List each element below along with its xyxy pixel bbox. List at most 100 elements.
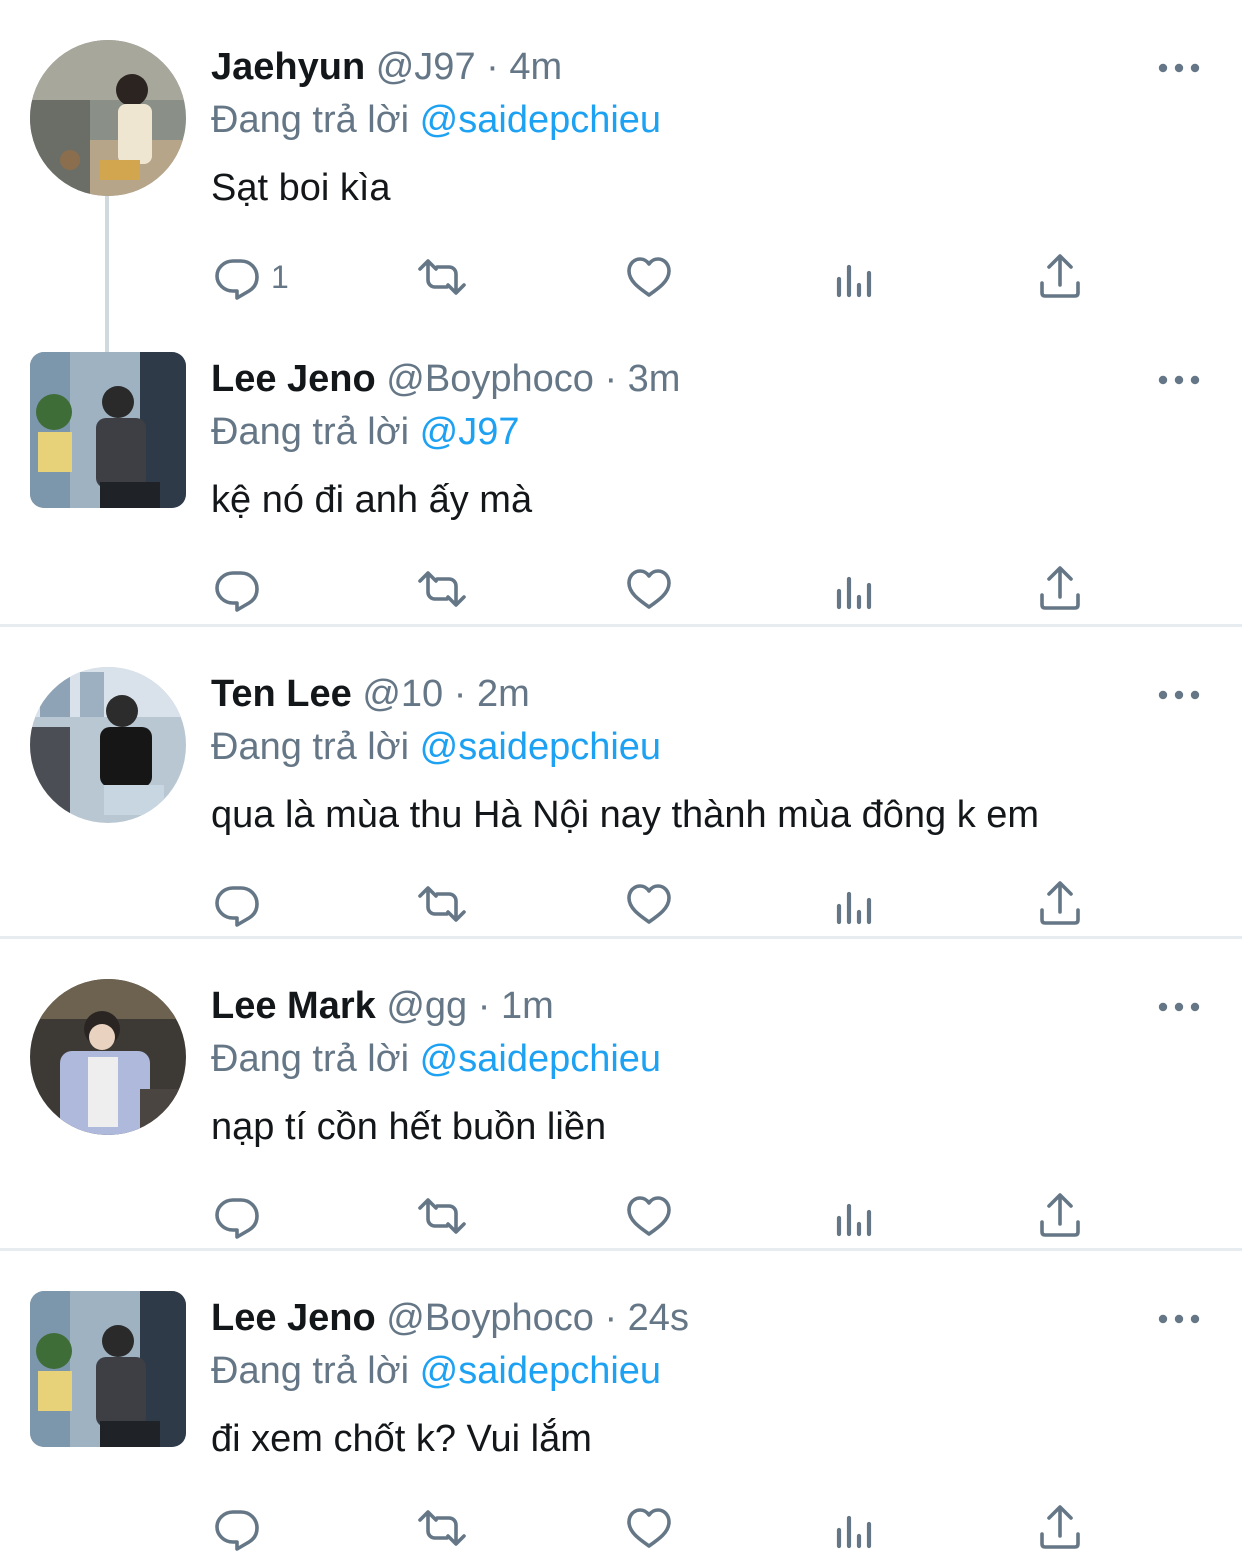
avatar[interactable] <box>30 40 186 196</box>
separator: · <box>477 985 491 1027</box>
replying-to-label: Đang trả lời <box>211 411 410 453</box>
retweet-icon <box>416 878 468 930</box>
more-horizontal-icon <box>1156 368 1202 392</box>
display-name[interactable]: Ten Lee <box>211 673 352 715</box>
analytics-button[interactable] <box>830 1189 882 1243</box>
separator: · <box>453 673 467 715</box>
tweet[interactable]: Jaehyun @J97 · 4m Đang trả lời @saidepch… <box>0 0 1242 352</box>
tweet[interactable]: Lee Jeno @Boyphoco · 24s Đang trả lời @s… <box>0 1248 1242 1560</box>
analytics-bars-icon <box>830 1190 882 1242</box>
share-upload-icon <box>1034 563 1086 615</box>
like-button[interactable] <box>623 1189 675 1243</box>
heart-icon <box>623 563 675 615</box>
replying-to-label: Đang trả lời <box>211 726 410 768</box>
more-horizontal-icon <box>1156 56 1202 80</box>
reply-bubble-icon <box>211 251 263 303</box>
avatar[interactable] <box>30 667 186 823</box>
tweet-text: đi xem chốt k? Vui lắm <box>211 1418 592 1460</box>
reply-bubble-icon <box>211 1190 263 1242</box>
more-horizontal-icon <box>1156 1307 1202 1331</box>
reply-button[interactable]: 1 <box>211 250 289 304</box>
tweet-text: kệ nó đi anh ấy mà <box>211 479 533 521</box>
display-name[interactable]: Lee Jeno <box>211 1297 376 1339</box>
mention-link[interactable]: @saidepchieu <box>420 99 661 141</box>
tweet-header: Lee Jeno @Boyphoco · 3m <box>211 354 680 404</box>
avatar[interactable] <box>30 979 186 1135</box>
tweet[interactable]: Lee Jeno @Boyphoco · 3m Đang trả lời @J9… <box>0 312 1242 624</box>
display-name[interactable]: Jaehyun <box>211 46 365 88</box>
timestamp[interactable]: 2m <box>477 673 530 715</box>
like-button[interactable] <box>623 250 675 304</box>
replying-to-label: Đang trả lời <box>211 1350 410 1392</box>
replying-to: Đang trả lời @saidepchieu <box>211 721 661 773</box>
retweet-icon <box>416 251 468 303</box>
handle[interactable]: @Boyphoco <box>386 1297 594 1339</box>
replying-to-label: Đang trả lời <box>211 1038 410 1080</box>
tweet-text: Sạt boi kìa <box>211 167 391 209</box>
share-button[interactable] <box>1034 1501 1086 1555</box>
share-button[interactable] <box>1034 562 1086 616</box>
mention-link[interactable]: @J97 <box>420 411 520 453</box>
more-options-button[interactable] <box>1156 56 1202 80</box>
retweet-button[interactable] <box>416 877 468 931</box>
replying-to: Đang trả lời @saidepchieu <box>211 1345 661 1397</box>
retweet-button[interactable] <box>416 562 468 616</box>
more-options-button[interactable] <box>1156 368 1202 392</box>
handle[interactable]: @J97 <box>376 46 476 88</box>
more-options-button[interactable] <box>1156 995 1202 1019</box>
heart-icon <box>623 251 675 303</box>
heart-icon <box>623 878 675 930</box>
tweet-header: Lee Jeno @Boyphoco · 24s <box>211 1293 689 1343</box>
more-horizontal-icon <box>1156 995 1202 1019</box>
tweet[interactable]: Ten Lee @10 · 2m Đang trả lời @saidepchi… <box>0 624 1242 936</box>
reply-button[interactable] <box>211 1189 263 1243</box>
timestamp[interactable]: 1m <box>501 985 554 1027</box>
timestamp[interactable]: 4m <box>509 46 562 88</box>
replying-to-label: Đang trả lời <box>211 99 410 141</box>
display-name[interactable]: Lee Mark <box>211 985 376 1027</box>
reply-button[interactable] <box>211 877 263 931</box>
share-upload-icon <box>1034 878 1086 930</box>
mention-link[interactable]: @saidepchieu <box>420 1350 661 1392</box>
handle[interactable]: @gg <box>386 985 467 1027</box>
analytics-button[interactable] <box>830 562 882 616</box>
share-button[interactable] <box>1034 877 1086 931</box>
like-button[interactable] <box>623 1501 675 1555</box>
tweet-text: nạp tí cồn hết buồn liền <box>211 1106 607 1148</box>
tweet-header: Ten Lee @10 · 2m <box>211 669 530 719</box>
analytics-button[interactable] <box>830 1501 882 1555</box>
like-button[interactable] <box>623 877 675 931</box>
timestamp[interactable]: 3m <box>628 358 681 400</box>
retweet-button[interactable] <box>416 1501 468 1555</box>
handle[interactable]: @Boyphoco <box>386 358 594 400</box>
more-options-button[interactable] <box>1156 683 1202 707</box>
separator: · <box>486 46 499 88</box>
reply-bubble-icon <box>211 878 263 930</box>
timestamp[interactable]: 24s <box>628 1297 689 1339</box>
avatar[interactable] <box>30 1291 186 1447</box>
mention-link[interactable]: @saidepchieu <box>420 726 661 768</box>
reply-bubble-icon <box>211 563 263 615</box>
tweet[interactable]: Lee Mark @gg · 1m Đang trả lời @saidepch… <box>0 936 1242 1248</box>
share-button[interactable] <box>1034 1189 1086 1243</box>
more-options-button[interactable] <box>1156 1307 1202 1331</box>
analytics-bars-icon <box>830 1502 882 1554</box>
reply-bubble-icon <box>211 1502 263 1554</box>
retweet-button[interactable] <box>416 250 468 304</box>
share-button[interactable] <box>1034 250 1086 304</box>
mention-link[interactable]: @saidepchieu <box>420 1038 661 1080</box>
retweet-button[interactable] <box>416 1189 468 1243</box>
reply-button[interactable] <box>211 562 263 616</box>
display-name[interactable]: Lee Jeno <box>211 358 376 400</box>
share-upload-icon <box>1034 251 1086 303</box>
reply-button[interactable] <box>211 1501 263 1555</box>
handle[interactable]: @10 <box>362 673 443 715</box>
like-button[interactable] <box>623 562 675 616</box>
heart-icon <box>623 1502 675 1554</box>
analytics-button[interactable] <box>830 877 882 931</box>
tweet-text: qua là mùa thu Hà Nội nay thành mùa đông… <box>211 794 1040 836</box>
analytics-bars-icon <box>830 563 882 615</box>
analytics-button[interactable] <box>830 250 882 304</box>
avatar[interactable] <box>30 352 186 508</box>
analytics-bars-icon <box>830 878 882 930</box>
